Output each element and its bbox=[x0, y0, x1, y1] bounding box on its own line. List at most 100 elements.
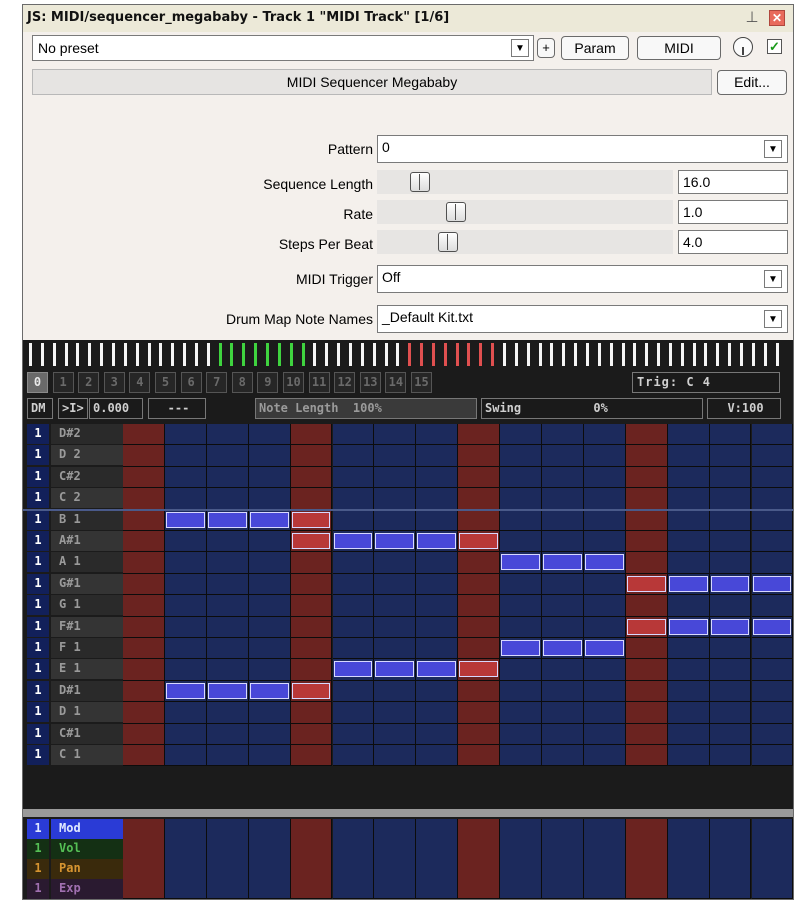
grid-cell[interactable] bbox=[625, 680, 668, 703]
grid-cell[interactable] bbox=[709, 531, 752, 553]
grid-cell[interactable] bbox=[374, 616, 417, 638]
grid-cell[interactable] bbox=[206, 659, 249, 681]
grid-cell[interactable] bbox=[667, 723, 710, 745]
grid-cell[interactable] bbox=[123, 680, 165, 703]
grid-cell[interactable] bbox=[416, 552, 459, 574]
note-block[interactable] bbox=[584, 640, 624, 656]
close-icon[interactable]: ✕ bbox=[769, 10, 785, 26]
grid-cell[interactable] bbox=[206, 531, 249, 553]
cc-step-column[interactable] bbox=[374, 819, 417, 899]
grid-cell[interactable] bbox=[500, 702, 542, 724]
grid-cell[interactable] bbox=[542, 466, 584, 489]
cc-divider[interactable] bbox=[23, 809, 793, 817]
grid-cell[interactable] bbox=[500, 745, 542, 767]
grid-cell[interactable] bbox=[458, 745, 501, 767]
grid-cell[interactable] bbox=[458, 552, 501, 574]
grid-cell[interactable] bbox=[583, 424, 626, 446]
cc-step-column[interactable] bbox=[248, 819, 291, 899]
grid-cell[interactable] bbox=[500, 424, 542, 446]
note-row-label[interactable]: 1 D#2 bbox=[23, 424, 123, 444]
grid-cell[interactable] bbox=[248, 638, 291, 660]
edit-button[interactable]: Edit... bbox=[717, 70, 787, 95]
grid-cell[interactable] bbox=[500, 466, 542, 489]
slider-thumb[interactable] bbox=[446, 202, 466, 222]
grid-cell[interactable] bbox=[500, 680, 542, 703]
grid-cell[interactable] bbox=[751, 702, 793, 724]
grid-cell[interactable] bbox=[332, 702, 375, 724]
grid-cell[interactable] bbox=[374, 638, 417, 660]
cc-step-column[interactable] bbox=[625, 819, 668, 899]
midi-button[interactable]: MIDI bbox=[637, 36, 721, 60]
grid-cell[interactable] bbox=[332, 573, 375, 596]
grid-cell[interactable] bbox=[583, 659, 626, 681]
note-row-label[interactable]: 1 C#2 bbox=[23, 466, 123, 487]
grid-cell[interactable] bbox=[583, 745, 626, 767]
grid-cell[interactable] bbox=[164, 488, 207, 510]
grid-cell[interactable] bbox=[164, 573, 207, 596]
grid-cell[interactable] bbox=[667, 445, 710, 467]
steps-per-beat-slider[interactable] bbox=[377, 230, 673, 254]
grid-cell[interactable] bbox=[542, 488, 584, 510]
grid-cell[interactable] bbox=[332, 509, 375, 531]
pattern-select[interactable]: 0 ▼ bbox=[377, 135, 788, 163]
sequence-length-field[interactable]: 16.0 bbox=[678, 170, 788, 194]
grid-cell[interactable] bbox=[332, 745, 375, 767]
step-button[interactable]: 15 bbox=[411, 372, 432, 393]
pin-icon[interactable]: ⊥ bbox=[743, 8, 761, 28]
step-button[interactable]: 5 bbox=[155, 372, 176, 393]
note-row-label[interactable]: 1F 1 bbox=[23, 638, 123, 658]
grid-cell[interactable] bbox=[416, 702, 459, 724]
note-block[interactable] bbox=[459, 533, 499, 549]
grid-cell[interactable] bbox=[332, 424, 375, 446]
grid-cell[interactable] bbox=[374, 573, 417, 596]
grid-cell[interactable] bbox=[290, 659, 333, 681]
grid-cell[interactable] bbox=[458, 595, 501, 617]
grid-cell[interactable] bbox=[458, 509, 501, 531]
step-button[interactable]: 1 bbox=[52, 372, 74, 393]
note-row-label[interactable]: 1 C#1 bbox=[23, 723, 123, 744]
grid-cell[interactable] bbox=[416, 638, 459, 660]
grid-cell[interactable] bbox=[542, 445, 584, 467]
grid-cell[interactable] bbox=[583, 445, 626, 467]
note-block[interactable] bbox=[207, 511, 247, 528]
grid-cell[interactable] bbox=[374, 595, 417, 617]
grid-cell[interactable] bbox=[206, 616, 249, 638]
grid-cell[interactable] bbox=[667, 531, 710, 553]
drum-map-select[interactable]: _Default Kit.txt ▼ bbox=[377, 305, 788, 333]
grid-cell[interactable] bbox=[542, 573, 584, 596]
cc-step-column[interactable] bbox=[290, 819, 333, 899]
grid-cell[interactable] bbox=[542, 659, 584, 681]
grid-cell[interactable] bbox=[123, 659, 165, 681]
note-block[interactable] bbox=[249, 682, 289, 699]
grid-cell[interactable] bbox=[583, 723, 626, 745]
grid-cell[interactable] bbox=[583, 466, 626, 489]
grid-cell[interactable] bbox=[458, 638, 501, 660]
grid-cell[interactable] bbox=[164, 531, 207, 553]
grid-cell[interactable] bbox=[332, 616, 375, 638]
grid-cell[interactable] bbox=[583, 680, 626, 703]
grid-cell[interactable] bbox=[123, 595, 165, 617]
note-block[interactable] bbox=[543, 640, 582, 656]
grid-cell[interactable] bbox=[458, 573, 501, 596]
grid-cell[interactable] bbox=[206, 466, 249, 489]
grid-cell[interactable] bbox=[751, 531, 793, 553]
grid-cell[interactable] bbox=[583, 573, 626, 596]
step-button[interactable]: 8 bbox=[231, 372, 253, 393]
grid-cell[interactable] bbox=[206, 445, 249, 467]
grid-cell[interactable] bbox=[164, 659, 207, 681]
grid-cell[interactable] bbox=[542, 616, 584, 638]
grid-cell[interactable] bbox=[248, 573, 291, 596]
grid-cell[interactable] bbox=[458, 445, 501, 467]
grid-cell[interactable] bbox=[374, 466, 417, 489]
grid-cell[interactable] bbox=[332, 638, 375, 660]
grid-cell[interactable] bbox=[248, 488, 291, 510]
grid-cell[interactable] bbox=[123, 466, 165, 489]
note-block[interactable] bbox=[710, 575, 750, 592]
sequence-length-slider[interactable] bbox=[377, 170, 673, 194]
grid-cell[interactable] bbox=[248, 616, 291, 638]
grid-cell[interactable] bbox=[206, 552, 249, 574]
cc-lane-label[interactable]: 1 Pan bbox=[23, 859, 123, 879]
grid-cell[interactable] bbox=[290, 466, 333, 489]
grid-cell[interactable] bbox=[332, 488, 375, 510]
note-block[interactable] bbox=[584, 554, 624, 571]
